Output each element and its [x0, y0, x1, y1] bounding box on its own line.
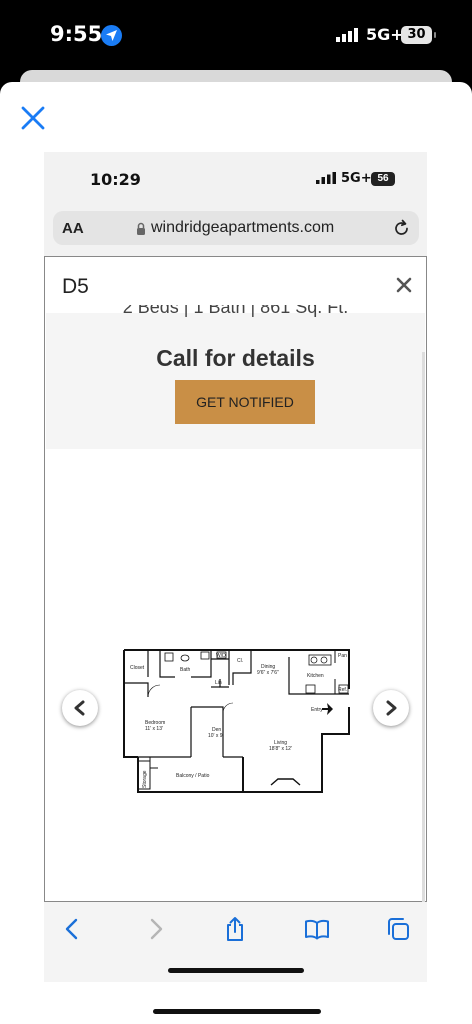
room-label-ref: Ref.: [338, 687, 347, 693]
inner-screenshot: 10:29 5G+ 56 AA windridgeapartments.com …: [44, 152, 427, 982]
close-icon[interactable]: [396, 277, 412, 293]
room-label-closet: Closet: [130, 665, 145, 671]
room-label-balcony: Balcony / Patio: [176, 773, 210, 779]
back-icon[interactable]: [60, 916, 86, 942]
room-size-living: 18'8" x 12': [269, 746, 292, 752]
floorplan-image: Closet Bath W/D Cl. Lin Dining 9'6" x 7'…: [123, 649, 350, 793]
outer-status-bar: 9:55 5G+ 30: [0, 0, 472, 72]
room-size-bedroom: 11' x 13': [145, 726, 163, 732]
room-size-dining: 9'6" x 7'6": [257, 670, 279, 676]
reload-icon[interactable]: [393, 219, 410, 237]
previous-image-button[interactable]: [62, 690, 98, 726]
unit-info-panel: 2 Beds | 1 Bath | 861 Sq. Ft. Call for d…: [46, 305, 425, 449]
text-size-button[interactable]: AA: [62, 220, 84, 237]
room-label-wd: W/D: [216, 653, 226, 659]
outer-time: 9:55: [50, 22, 103, 46]
inner-time: 10:29: [90, 170, 141, 189]
unit-details: 2 Beds | 1 Bath | 861 Sq. Ft.: [122, 305, 349, 317]
address-bar[interactable]: AA windridgeapartments.com: [53, 211, 419, 245]
floorplan-modal: D5 2 Beds | 1 Bath | 861 Sq. Ft. Call fo…: [44, 256, 427, 902]
location-arrow-icon: [101, 25, 122, 46]
room-label-cl: Cl.: [237, 658, 243, 664]
home-indicator: [153, 1009, 321, 1014]
url-text[interactable]: windridgeapartments.com: [151, 219, 334, 237]
inner-home-indicator: [168, 968, 304, 973]
get-notified-button[interactable]: GET NOTIFIED: [175, 380, 315, 424]
browser-toolbar: [44, 902, 427, 982]
forward-icon[interactable]: [142, 916, 168, 942]
bookmarks-icon[interactable]: [304, 916, 330, 942]
call-for-details: Call for details: [156, 345, 315, 371]
signal-icon: [336, 28, 358, 42]
inner-battery: 56: [371, 172, 395, 186]
room-label-entry: Entry: [311, 707, 323, 713]
close-icon[interactable]: [20, 105, 46, 131]
lock-icon: [137, 222, 145, 235]
room-label-kitchen: Kitchen: [307, 673, 324, 679]
tabs-icon[interactable]: [385, 916, 411, 942]
inner-network: 5G+: [341, 171, 372, 186]
chevron-right-icon: [386, 700, 397, 716]
scrollbar[interactable]: [422, 352, 425, 902]
modal-title: D5: [62, 275, 89, 298]
next-image-button[interactable]: [373, 690, 409, 726]
outer-battery: 30: [401, 26, 436, 44]
room-size-den: 10' x 9': [208, 733, 224, 739]
signal-icon: [316, 172, 336, 184]
room-label-bath: Bath: [180, 667, 191, 673]
outer-network: 5G+: [366, 25, 404, 44]
room-label-lin: Lin: [215, 680, 222, 686]
room-label-pantry: Pan: [338, 653, 347, 659]
chevron-left-icon: [74, 700, 85, 716]
room-label-storage: Storage: [142, 770, 148, 788]
share-icon[interactable]: [222, 916, 248, 942]
